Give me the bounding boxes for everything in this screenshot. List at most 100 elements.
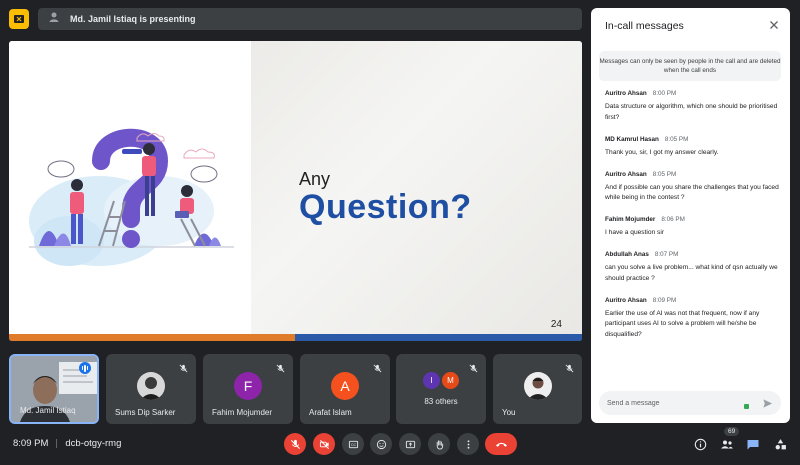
chat-notice: Messages can only be seen by people in t…: [599, 51, 781, 81]
in-call-messages-panel: In-call messages Messages can only be se…: [591, 8, 790, 423]
avatar: F: [234, 372, 262, 400]
presenting-text: Md. Jamil Istiaq is presenting: [70, 14, 196, 24]
message-composer: [599, 391, 781, 415]
chat-message: Auritro Ahsan 8:09 PM Earlier the use of …: [605, 297, 783, 341]
info-icon: [694, 438, 706, 450]
presenting-banner: Md. Jamil Istiaq is presenting: [38, 8, 582, 30]
message-time: 8:07 PM: [654, 251, 679, 258]
raise-hand-button[interactable]: [428, 433, 450, 455]
svg-text:CC: CC: [350, 443, 356, 447]
panel-title: In-call messages: [605, 20, 684, 32]
activities-button[interactable]: [773, 437, 787, 451]
status-dot-icon: [744, 404, 749, 409]
present-screen-icon: [405, 440, 415, 448]
message-sender: Abdullah Anas: [605, 251, 649, 258]
meeting-details-button[interactable]: [693, 437, 707, 451]
message-sender: MD Kamrul Hasan: [605, 135, 659, 143]
activities-icon: [775, 438, 786, 449]
closed-captions-icon: CC: [348, 440, 358, 448]
chat-icon: [747, 439, 759, 449]
slide-footer-stripe: [9, 334, 582, 341]
mic-off-icon: [179, 360, 188, 378]
message-sender: Fahim Mojumder: [605, 216, 656, 223]
slide-illustration: [9, 41, 251, 334]
message-text: Earlier the use of AI was not that frequ…: [605, 309, 760, 338]
mic-off-icon: [276, 360, 285, 378]
participant-tile[interactable]: A Arafat Islam: [300, 354, 390, 424]
more-vert-icon: [467, 439, 469, 449]
message-time: 8:05 PM: [664, 135, 689, 143]
end-call-icon: [495, 442, 507, 447]
avatar: M: [442, 372, 459, 389]
participant-name: You: [502, 408, 516, 417]
emoji-reaction-button[interactable]: [370, 433, 392, 455]
others-avatars: I M: [423, 372, 459, 389]
message-text: can you solve a live problem... what kin…: [605, 264, 778, 282]
people-icon: [721, 440, 733, 448]
end-call-button[interactable]: [485, 433, 517, 455]
raise-hand-icon: [436, 439, 443, 450]
avatar: [137, 372, 165, 400]
message-input[interactable]: [607, 396, 737, 410]
message-text: Data structure or algorithm, which one s…: [605, 103, 778, 121]
chat-message: Abdullah Anas 8:07 PM can you solve a liv…: [605, 251, 783, 284]
participant-name: Fahim Mojumder: [212, 408, 273, 417]
meeting-time: 8:09 PM: [13, 438, 49, 449]
participant-name: Md. Jamil Istiaq: [20, 406, 76, 415]
more-options-button[interactable]: [457, 433, 479, 455]
chat-message: Fahim Mojumder 8:06 PM I have a question …: [605, 216, 783, 239]
close-panel-button[interactable]: [767, 18, 781, 32]
chat-message: Auritro Ahsan 8:05 PM And if possible can…: [605, 171, 783, 204]
mic-off-icon: [469, 360, 478, 378]
slide-heading-any: Any: [299, 169, 331, 189]
chat-message: MD Kamrul Hasan 8:05 PM Thank you, sir, I…: [605, 136, 783, 159]
avatar: I: [423, 372, 440, 389]
participant-tile-self[interactable]: You: [493, 354, 582, 424]
presenter-avatar-icon: [48, 10, 60, 28]
mic-off-icon: [373, 360, 382, 378]
message-text: And if possible can you share the challe…: [605, 183, 779, 202]
send-icon: [762, 398, 772, 408]
participant-name: Arafat Islam: [309, 408, 352, 417]
message-time: 8:05 PM: [652, 170, 677, 178]
present-now-button[interactable]: [399, 433, 421, 455]
message-time: 8:00 PM: [652, 90, 677, 97]
participant-tile-presenter[interactable]: Md. Jamil Istiaq: [9, 354, 99, 424]
send-message-button[interactable]: [760, 396, 774, 410]
mic-toggle-button[interactable]: [284, 433, 306, 455]
participant-count-badge: 69: [724, 427, 740, 436]
message-text: Thank you, sir, I got my answer clearly.: [605, 148, 719, 156]
participant-tile-others[interactable]: I M 83 others: [396, 354, 486, 424]
camera-toggle-button[interactable]: [313, 433, 335, 455]
chat-button[interactable]: [746, 437, 760, 451]
message-text: I have a question sir: [605, 229, 665, 236]
mic-off-icon: [290, 439, 300, 449]
people-button[interactable]: [720, 437, 734, 451]
question-illustration: [29, 128, 234, 266]
chat-message: Auritro Ahsan 8:00 PM Data structure or a…: [605, 90, 783, 123]
avatar: [523, 372, 552, 400]
avatar: A: [331, 372, 359, 400]
camera-off-icon: [319, 439, 329, 449]
captions-button[interactable]: CC: [342, 433, 364, 455]
others-count: 83 others: [424, 397, 458, 406]
message-time: 8:06 PM: [661, 216, 685, 223]
slide-heading-question: Question?: [299, 188, 472, 226]
participant-tile[interactable]: Sums Dip Sarker: [106, 354, 196, 424]
meet-logo-icon[interactable]: [9, 9, 29, 29]
speaking-indicator-icon: [79, 362, 91, 374]
meeting-code: dcb-otgy-rmg: [65, 438, 122, 449]
emoji-icon: [376, 439, 386, 449]
close-icon: [770, 21, 778, 29]
message-list: Auritro Ahsan 8:00 PM Data structure or a…: [605, 90, 783, 353]
message-sender: Auritro Ahsan: [605, 90, 647, 97]
participant-tile[interactable]: F Fahim Mojumder: [203, 354, 293, 424]
participant-name: Sums Dip Sarker: [115, 408, 176, 417]
presentation-slide: Any Question? 24: [9, 41, 582, 341]
message-time: 8:09 PM: [652, 296, 677, 304]
meeting-info: 8:09 PM dcb-otgy-rmg: [13, 438, 121, 449]
message-sender: Auritro Ahsan: [605, 170, 647, 178]
slide-page-number: 24: [550, 319, 562, 330]
message-sender: Auritro Ahsan: [605, 296, 647, 304]
mic-off-icon: [565, 360, 574, 378]
